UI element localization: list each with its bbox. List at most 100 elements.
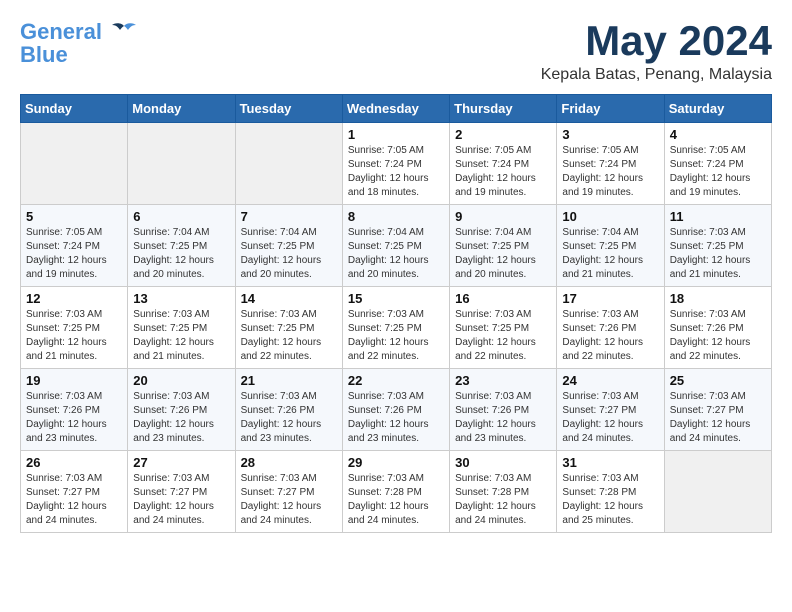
day-number: 8 (348, 209, 444, 224)
calendar-cell (128, 123, 235, 205)
calendar-cell: 10 Sunrise: 7:04 AMSunset: 7:25 PMDayligh… (557, 205, 664, 287)
calendar-week-3: 12 Sunrise: 7:03 AMSunset: 7:25 PMDayligh… (21, 287, 772, 369)
logo-bird-icon (110, 22, 138, 44)
day-number: 5 (26, 209, 122, 224)
day-number: 20 (133, 373, 229, 388)
day-number: 22 (348, 373, 444, 388)
day-number: 11 (670, 209, 766, 224)
calendar-cell: 3Sunrise: 7:05 AMSunset: 7:24 PMDaylight… (557, 123, 664, 205)
calendar-cell: 20Sunrise: 7:03 AMSunset: 7:26 PMDayligh… (128, 369, 235, 451)
calendar-cell: 18 Sunrise: 7:03 AMSunset: 7:26 PMDayligh… (664, 287, 771, 369)
logo-text: General (20, 20, 138, 44)
day-number: 13 (133, 291, 229, 306)
logo-blue: Blue (20, 44, 68, 66)
day-number: 9 (455, 209, 551, 224)
calendar-cell: 22 Sunrise: 7:03 AMSunset: 7:26 PMDayligh… (342, 369, 449, 451)
cell-sun-info: Sunrise: 7:03 AMSunset: 7:25 PMDaylight:… (26, 308, 122, 364)
cell-sun-info: Sunrise: 7:03 AMSunset: 7:25 PMDaylight:… (133, 308, 229, 364)
calendar-cell: 7Sunrise: 7:04 AMSunset: 7:25 PMDaylight… (235, 205, 342, 287)
day-number: 26 (26, 455, 122, 470)
cell-sun-info: Sunrise: 7:03 AMSunset: 7:25 PMDaylight:… (670, 226, 766, 282)
cell-sun-info: Sunrise: 7:03 AMSunset: 7:26 PMDaylight:… (348, 390, 444, 446)
logo-general: General (20, 19, 102, 44)
day-number: 25 (670, 373, 766, 388)
logo: General Blue (20, 20, 138, 66)
cell-sun-info: Sunrise: 7:04 AMSunset: 7:25 PMDaylight:… (455, 226, 551, 282)
cell-sun-info: Sunrise: 7:05 AMSunset: 7:24 PMDaylight:… (348, 144, 444, 200)
calendar-cell: 26 Sunrise: 7:03 AMSunset: 7:27 PMDayligh… (21, 451, 128, 533)
title-area: May 2024 Kepala Batas, Penang, Malaysia (541, 20, 772, 84)
cell-sun-info: Sunrise: 7:03 AMSunset: 7:28 PMDaylight:… (562, 472, 658, 528)
calendar-cell: 8Sunrise: 7:04 AMSunset: 7:25 PMDaylight… (342, 205, 449, 287)
header-friday: Friday (557, 95, 664, 123)
header-thursday: Thursday (450, 95, 557, 123)
cell-sun-info: Sunrise: 7:03 AMSunset: 7:26 PMDaylight:… (670, 308, 766, 364)
day-number: 3 (562, 127, 658, 142)
cell-sun-info: Sunrise: 7:04 AMSunset: 7:25 PMDaylight:… (562, 226, 658, 282)
day-number: 18 (670, 291, 766, 306)
calendar-cell: 21Sunrise: 7:03 AMSunset: 7:26 PMDayligh… (235, 369, 342, 451)
calendar-table: Sunday Monday Tuesday Wednesday Thursday… (20, 94, 772, 533)
day-number: 31 (562, 455, 658, 470)
calendar-cell: 6 Sunrise: 7:04 AMSunset: 7:25 PMDaylight… (128, 205, 235, 287)
header-sunday: Sunday (21, 95, 128, 123)
calendar-cell: 30 Sunrise: 7:03 AMSunset: 7:28 PMDayligh… (450, 451, 557, 533)
cell-sun-info: Sunrise: 7:03 AMSunset: 7:26 PMDaylight:… (455, 390, 551, 446)
cell-sun-info: Sunrise: 7:03 AMSunset: 7:27 PMDaylight:… (670, 390, 766, 446)
cell-sun-info: Sunrise: 7:04 AMSunset: 7:25 PMDaylight:… (133, 226, 229, 282)
calendar-cell: 25 Sunrise: 7:03 AMSunset: 7:27 PMDayligh… (664, 369, 771, 451)
day-number: 29 (348, 455, 444, 470)
calendar-cell: 28Sunrise: 7:03 AMSunset: 7:27 PMDayligh… (235, 451, 342, 533)
day-number: 16 (455, 291, 551, 306)
day-number: 30 (455, 455, 551, 470)
calendar-cell: 11 Sunrise: 7:03 AMSunset: 7:25 PMDayligh… (664, 205, 771, 287)
calendar-cell: 5Sunrise: 7:05 AMSunset: 7:24 PMDaylight… (21, 205, 128, 287)
day-number: 27 (133, 455, 229, 470)
cell-sun-info: Sunrise: 7:03 AMSunset: 7:27 PMDaylight:… (133, 472, 229, 528)
calendar-cell: 4 Sunrise: 7:05 AMSunset: 7:24 PMDaylight… (664, 123, 771, 205)
cell-sun-info: Sunrise: 7:03 AMSunset: 7:26 PMDaylight:… (26, 390, 122, 446)
cell-sun-info: Sunrise: 7:03 AMSunset: 7:25 PMDaylight:… (348, 308, 444, 364)
calendar-cell (235, 123, 342, 205)
calendar-cell: 19 Sunrise: 7:03 AMSunset: 7:26 PMDayligh… (21, 369, 128, 451)
day-number: 19 (26, 373, 122, 388)
month-title: May 2024 (541, 20, 772, 62)
day-number: 17 (562, 291, 658, 306)
calendar-week-5: 26 Sunrise: 7:03 AMSunset: 7:27 PMDayligh… (21, 451, 772, 533)
cell-sun-info: Sunrise: 7:03 AMSunset: 7:27 PMDaylight:… (26, 472, 122, 528)
day-number: 14 (241, 291, 337, 306)
day-number: 4 (670, 127, 766, 142)
calendar-cell: 2 Sunrise: 7:05 AMSunset: 7:24 PMDaylight… (450, 123, 557, 205)
calendar-cell: 24Sunrise: 7:03 AMSunset: 7:27 PMDayligh… (557, 369, 664, 451)
calendar-week-4: 19 Sunrise: 7:03 AMSunset: 7:26 PMDayligh… (21, 369, 772, 451)
calendar-cell: 31 Sunrise: 7:03 AMSunset: 7:28 PMDayligh… (557, 451, 664, 533)
calendar-cell: 23 Sunrise: 7:03 AMSunset: 7:26 PMDayligh… (450, 369, 557, 451)
cell-sun-info: Sunrise: 7:03 AMSunset: 7:28 PMDaylight:… (348, 472, 444, 528)
day-number: 1 (348, 127, 444, 142)
cell-sun-info: Sunrise: 7:03 AMSunset: 7:27 PMDaylight:… (241, 472, 337, 528)
cell-sun-info: Sunrise: 7:03 AMSunset: 7:28 PMDaylight:… (455, 472, 551, 528)
cell-sun-info: Sunrise: 7:05 AMSunset: 7:24 PMDaylight:… (455, 144, 551, 200)
calendar-cell: 16Sunrise: 7:03 AMSunset: 7:25 PMDayligh… (450, 287, 557, 369)
day-number: 6 (133, 209, 229, 224)
calendar-week-2: 5Sunrise: 7:05 AMSunset: 7:24 PMDaylight… (21, 205, 772, 287)
cell-sun-info: Sunrise: 7:03 AMSunset: 7:26 PMDaylight:… (562, 308, 658, 364)
calendar-cell: 15Sunrise: 7:03 AMSunset: 7:25 PMDayligh… (342, 287, 449, 369)
day-number: 23 (455, 373, 551, 388)
calendar-cell: 13 Sunrise: 7:03 AMSunset: 7:25 PMDayligh… (128, 287, 235, 369)
cell-sun-info: Sunrise: 7:05 AMSunset: 7:24 PMDaylight:… (670, 144, 766, 200)
calendar-week-1: 1 Sunrise: 7:05 AMSunset: 7:24 PMDaylight… (21, 123, 772, 205)
calendar-cell: 27 Sunrise: 7:03 AMSunset: 7:27 PMDayligh… (128, 451, 235, 533)
header-saturday: Saturday (664, 95, 771, 123)
day-number: 24 (562, 373, 658, 388)
calendar-cell: 29 Sunrise: 7:03 AMSunset: 7:28 PMDayligh… (342, 451, 449, 533)
location-subtitle: Kepala Batas, Penang, Malaysia (541, 66, 772, 84)
calendar-header-row: Sunday Monday Tuesday Wednesday Thursday… (21, 95, 772, 123)
calendar-cell (664, 451, 771, 533)
day-number: 2 (455, 127, 551, 142)
calendar-cell: 9 Sunrise: 7:04 AMSunset: 7:25 PMDaylight… (450, 205, 557, 287)
day-number: 12 (26, 291, 122, 306)
cell-sun-info: Sunrise: 7:03 AMSunset: 7:26 PMDaylight:… (241, 390, 337, 446)
day-number: 10 (562, 209, 658, 224)
calendar-cell: 17 Sunrise: 7:03 AMSunset: 7:26 PMDayligh… (557, 287, 664, 369)
